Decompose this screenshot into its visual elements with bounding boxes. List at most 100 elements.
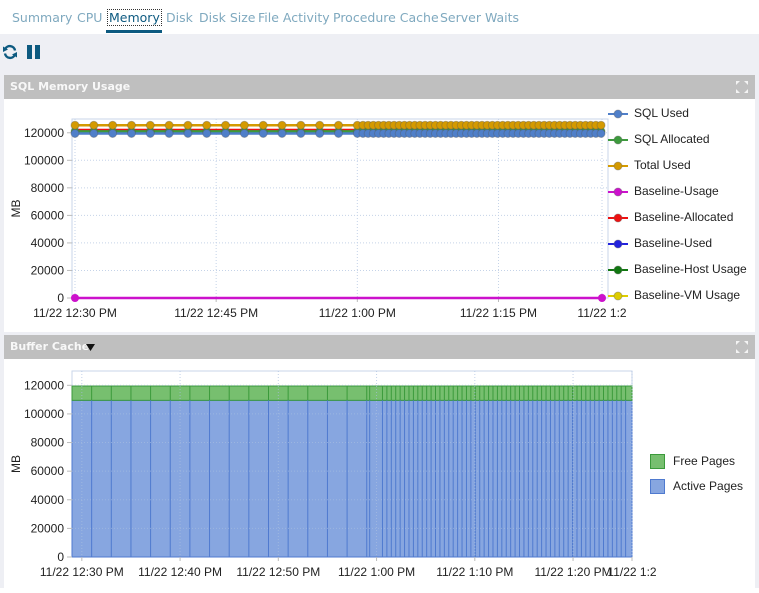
- expand-icon[interactable]: [735, 80, 749, 94]
- expand-icon[interactable]: [735, 340, 749, 354]
- tab-summary[interactable]: Summary: [12, 10, 72, 25]
- data-point: [221, 120, 231, 130]
- legend-marker-icon: [608, 291, 628, 301]
- legend-swatch-icon: [650, 454, 665, 470]
- data-point: [334, 128, 343, 138]
- y-tick-label: 0: [57, 550, 64, 564]
- x-tick-label: 11/22 12:50 PM: [236, 565, 320, 579]
- y-tick-label: 20000: [31, 521, 65, 535]
- legend-label: Baseline-Allocated: [634, 210, 734, 224]
- y-tick-label: 20000: [31, 263, 65, 277]
- data-point: [334, 120, 343, 130]
- data-point: [315, 120, 325, 130]
- x-tick-label: 11/22 1:15 PM: [460, 306, 537, 320]
- data-point: [145, 128, 155, 138]
- x-tick-label: 11/22 1:20 PM: [534, 565, 611, 579]
- y-tick-label: 80000: [31, 436, 65, 450]
- legend-marker-icon: [608, 161, 628, 171]
- data-point: [315, 128, 325, 138]
- sql-memory-panel-header: SQL Memory Usage: [4, 75, 755, 99]
- data-point: [89, 120, 99, 130]
- legend-item[interactable]: Baseline-Used: [608, 236, 712, 250]
- legend-label: SQL Used: [634, 106, 689, 120]
- y-tick-label: 80000: [31, 181, 65, 195]
- data-point: [258, 128, 268, 138]
- data-point: [221, 128, 231, 138]
- data-point: [296, 128, 306, 138]
- legend-swatch-icon: [650, 479, 665, 495]
- legend-item[interactable]: SQL Allocated: [608, 132, 710, 146]
- x-tick-label: 11/22 12:30 PM: [33, 306, 117, 320]
- pause-icon: [27, 45, 40, 59]
- x-tick-label: 11/22 12:45 PM: [174, 306, 258, 320]
- buffer-cache-chart: 0 20000 40000 60000 80000 100000 120000 11/22 1…: [9, 370, 657, 579]
- tab-disk-size[interactable]: Disk Size: [199, 10, 255, 25]
- data-point: [126, 120, 136, 130]
- data-point: [145, 120, 155, 130]
- tab-procedure-cache[interactable]: Procedure Cache: [333, 10, 439, 25]
- x-tick-label: 11/22 12:30 PM: [40, 565, 124, 579]
- legend-marker-icon: [608, 187, 628, 197]
- data-point: [164, 128, 174, 138]
- tab-cpu[interactable]: CPU: [77, 10, 102, 25]
- legend-label: Total Used: [634, 158, 691, 172]
- data-point: [70, 120, 80, 130]
- legend-marker-icon: [608, 239, 628, 249]
- y-tick-label: 60000: [31, 464, 65, 478]
- data-point: [183, 128, 193, 138]
- data-point: [108, 120, 118, 130]
- x-tick-label: 11/22 12:40 PM: [138, 565, 222, 579]
- legend-item[interactable]: Baseline-VM Usage: [608, 288, 740, 302]
- tab-file-activity[interactable]: File Activity: [258, 10, 330, 25]
- data-point: [70, 128, 80, 138]
- legend-label: Baseline-Usage: [634, 184, 719, 198]
- data-point: [164, 120, 174, 130]
- y-tick-label: 100000: [24, 407, 64, 421]
- data-point: [277, 128, 287, 138]
- legend-label: Free Pages: [673, 454, 736, 468]
- tab-memory[interactable]: Memory: [107, 9, 162, 26]
- x-tick-label: 11/22 1:2: [577, 306, 626, 320]
- pause-button[interactable]: [26, 44, 42, 65]
- y-tick-label: 100000: [24, 153, 64, 167]
- data-point: [296, 120, 306, 130]
- x-tick-label: 11/22 1:00 PM: [319, 306, 396, 320]
- refresh-button[interactable]: [2, 44, 18, 65]
- legend-label: Active Pages: [673, 479, 744, 493]
- tab-disk[interactable]: Disk: [166, 10, 193, 25]
- legend-label: Baseline-Used: [634, 236, 713, 250]
- x-tick-label: 11/22 1:10 PM: [436, 565, 513, 579]
- legend-label: Baseline-Host Usage: [634, 262, 747, 276]
- caret-down-icon[interactable]: [86, 344, 95, 351]
- legend-item[interactable]: Baseline-Usage: [608, 184, 719, 198]
- legend-marker-icon: [608, 135, 628, 145]
- area-active-pages: [71, 399, 633, 558]
- y-tick-label: 0: [57, 291, 64, 305]
- data-point: [202, 120, 212, 130]
- data-point: [596, 120, 606, 130]
- legend-item[interactable]: Free Pages: [650, 454, 736, 470]
- plot-area: [71, 118, 609, 299]
- y-tick-label: 40000: [31, 236, 65, 250]
- y-axis-label: MB: [9, 455, 23, 473]
- legend-item[interactable]: Total Used: [608, 158, 691, 172]
- x-tick-label: 11/22 1:00 PM: [338, 565, 415, 579]
- legend-item[interactable]: Baseline-Host Usage: [608, 262, 747, 276]
- y-tick-label: 40000: [31, 493, 65, 507]
- data-point: [126, 128, 136, 138]
- data-point: [71, 294, 79, 302]
- legend-item[interactable]: Baseline-Allocated: [608, 210, 733, 224]
- data-point: [258, 120, 268, 130]
- y-axis-label: MB: [9, 200, 23, 218]
- data-point: [598, 294, 606, 302]
- legend-item[interactable]: Active Pages: [650, 479, 744, 495]
- x-tick-label: 11/22 1:2: [607, 565, 656, 579]
- panel-title[interactable]: Buffer Cache: [10, 340, 89, 353]
- data-point: [277, 120, 287, 130]
- data-point: [108, 128, 118, 138]
- tab-server-waits[interactable]: Server Waits: [440, 10, 519, 25]
- buffer-cache-chart-area: 0 20000 40000 60000 80000 100000 120000 11/22 1…: [4, 359, 755, 588]
- legend-label: Baseline-VM Usage: [634, 288, 741, 302]
- legend-item[interactable]: SQL Used: [608, 106, 689, 120]
- data-point: [183, 120, 193, 130]
